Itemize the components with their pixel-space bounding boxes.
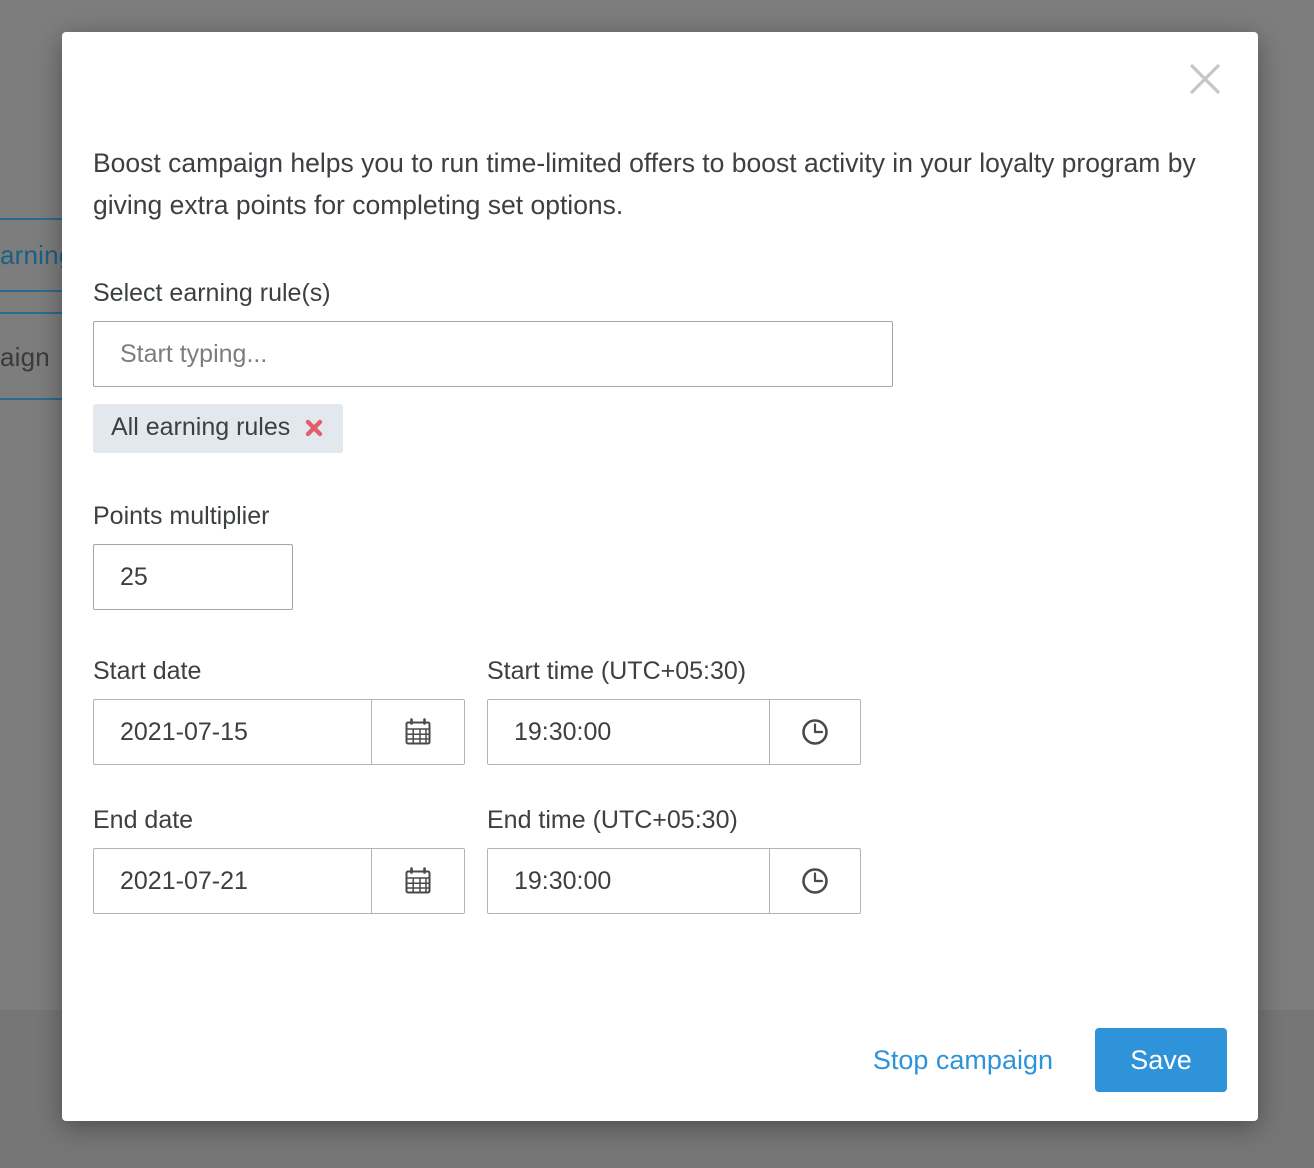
schedule-section: Start date 2021-07-15 Start time (UTC+05…: [93, 656, 1227, 914]
end-date-field: End date: [93, 805, 465, 914]
start-date-label: Start date: [93, 657, 202, 685]
start-date-input[interactable]: [93, 699, 371, 765]
close-icon: [1188, 62, 1222, 96]
start-date-input-group: [93, 699, 465, 765]
end-time-input[interactable]: [487, 848, 769, 914]
earning-rules-input[interactable]: [93, 321, 893, 387]
modal-body: Boost campaign helps you to run time-lim…: [93, 142, 1227, 914]
clock-icon: [800, 717, 830, 747]
calendar-icon: [403, 717, 433, 747]
end-date-picker-button[interactable]: [371, 848, 465, 914]
start-time-input-group: [487, 699, 861, 765]
calendar-icon: [403, 866, 433, 896]
background-row-label-campaign: aign: [0, 342, 50, 372]
earning-rules-section: Select earning rule(s) All earning rules: [93, 278, 1227, 453]
modal-description: Boost campaign helps you to run time-lim…: [93, 148, 1196, 220]
end-date-input-group: [93, 848, 465, 914]
end-time-field: End time (UTC+05:30): [487, 805, 861, 914]
start-time-picker-button[interactable]: [769, 699, 861, 765]
earning-rules-label: Select earning rule(s): [93, 279, 331, 307]
clock-icon: [800, 866, 830, 896]
points-multiplier-section: Points multiplier: [93, 501, 1227, 610]
stop-campaign-button[interactable]: Stop campaign: [873, 1046, 1053, 1074]
end-date-input[interactable]: [93, 848, 371, 914]
end-time-picker-button[interactable]: [769, 848, 861, 914]
chip-label: All earning rules: [111, 413, 291, 441]
chip-all-earning-rules[interactable]: All earning rules: [93, 404, 344, 453]
end-date-label: End date: [93, 806, 194, 834]
start-date-picker-button[interactable]: [371, 699, 465, 765]
close-button[interactable]: [1182, 56, 1228, 102]
boost-campaign-modal: Boost campaign helps you to run time-lim…: [62, 32, 1258, 1121]
start-date-field: Start date: [93, 656, 465, 765]
end-row: End date 2021-07-21 End time (UTC+05:30)…: [93, 805, 1227, 914]
modal-footer: Stop campaign Save: [873, 1028, 1227, 1092]
start-time-field: Start time (UTC+05:30): [487, 656, 861, 765]
earning-rules-chip-list: All earning rules: [93, 404, 1227, 453]
start-time-input[interactable]: [487, 699, 769, 765]
end-time-label: End time (UTC+05:30): [487, 806, 738, 834]
end-time-input-group: [487, 848, 861, 914]
save-button[interactable]: Save: [1095, 1028, 1227, 1092]
remove-icon[interactable]: [303, 417, 325, 439]
start-time-label: Start time (UTC+05:30): [487, 657, 747, 685]
points-multiplier-input[interactable]: [93, 544, 293, 610]
start-row: Start date 2021-07-15 Start time (UTC+05…: [93, 656, 1227, 765]
points-multiplier-label: Points multiplier: [93, 502, 270, 530]
